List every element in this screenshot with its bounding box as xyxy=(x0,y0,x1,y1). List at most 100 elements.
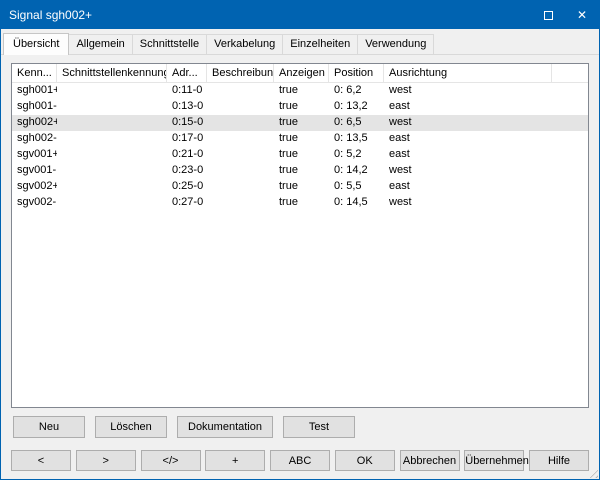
cell-anzeigen: true xyxy=(274,83,329,99)
uebernehmen-button[interactable]: Übernehmen xyxy=(464,450,524,471)
cell-schnittstellenkennung xyxy=(57,163,167,179)
cell-kennung: sgh002+ xyxy=(12,115,57,131)
tab-label: Übersicht xyxy=(13,38,59,50)
table-row[interactable]: sgh002-0:17-0true0: 13,5east xyxy=(12,131,588,147)
abc-button[interactable]: ABC xyxy=(270,450,330,471)
close-button[interactable]: ✕ xyxy=(565,1,599,29)
cell-pad xyxy=(552,147,588,163)
cell-beschreibung xyxy=(207,179,274,195)
cell-adr: 0:27-0 xyxy=(167,195,207,211)
cell-ausrichtung: west xyxy=(384,115,552,131)
table-body: sgh001+0:11-0true0: 6,2westsgh001-0:13-0… xyxy=(12,83,588,211)
col-header-adresse[interactable]: Adr... xyxy=(167,64,207,82)
plus-button[interactable]: + xyxy=(205,450,265,471)
table-row[interactable]: sgv001- 0:23-0 true0: 14,2west xyxy=(12,163,588,179)
col-header-kennung[interactable]: Kenn... xyxy=(12,64,57,82)
col-header-anzeigen[interactable]: Anzeigen xyxy=(274,64,329,82)
table-row[interactable]: sgv002-0:27-0true0: 14,5west xyxy=(12,195,588,211)
tab-verwendung[interactable]: Verwendung xyxy=(357,34,434,54)
col-header-ausrichtung[interactable]: Ausrichtung xyxy=(384,64,552,82)
col-header-beschreibung[interactable]: Beschreibung xyxy=(207,64,274,82)
cell-anzeigen: true xyxy=(274,147,329,163)
dialog-window: Signal sgh002+ ✕ Übersicht Allgemein Sch… xyxy=(0,0,600,480)
neu-button[interactable]: Neu xyxy=(13,416,85,438)
cell-kennung: sgv001- xyxy=(12,163,57,179)
tab-einzelheiten[interactable]: Einzelheiten xyxy=(282,34,358,54)
cell-pad xyxy=(552,195,588,211)
cell-pad xyxy=(552,83,588,99)
cell-anzeigen: true xyxy=(274,115,329,131)
test-button[interactable]: Test xyxy=(283,416,355,438)
maximize-button[interactable] xyxy=(531,1,565,29)
cell-beschreibung xyxy=(207,83,274,99)
cell-adr: 0:15-0 xyxy=(167,115,207,131)
window-title: Signal sgh002+ xyxy=(1,8,531,22)
cell-ausrichtung: east xyxy=(384,179,552,195)
action-button-row: Neu Löschen Dokumentation Test xyxy=(1,414,599,446)
cell-position: 0: 14,2 xyxy=(329,163,384,179)
table-row[interactable]: sgh001-0:13-0true0: 13,2east xyxy=(12,99,588,115)
dokumentation-button[interactable]: Dokumentation xyxy=(177,416,273,438)
cell-adr: 0:23-0 xyxy=(167,163,207,179)
cell-position: 0: 6,5 xyxy=(329,115,384,131)
cell-kennung: sgh001- xyxy=(12,99,57,115)
col-header-schnittstellenkennung[interactable]: Schnittstellenkennung xyxy=(57,64,167,82)
cell-adr: 0:17-0 xyxy=(167,131,207,147)
tab-schnittstelle[interactable]: Schnittstelle xyxy=(132,34,207,54)
tab-strip: Übersicht Allgemein Schnittstelle Verkab… xyxy=(1,29,599,55)
code-view-button[interactable]: </> xyxy=(141,450,201,471)
col-header-pad xyxy=(552,64,588,82)
prev-button[interactable]: < xyxy=(11,450,71,471)
cell-position: 0: 5,2 xyxy=(329,147,384,163)
cell-schnittstellenkennung xyxy=(57,99,167,115)
cell-position: 0: 6,2 xyxy=(329,83,384,99)
cell-ausrichtung: east xyxy=(384,99,552,115)
tab-label: Schnittstelle xyxy=(140,38,199,50)
cell-schnittstellenkennung xyxy=(57,179,167,195)
tab-label: Verwendung xyxy=(365,38,426,50)
cell-pad xyxy=(552,115,588,131)
cell-ausrichtung: west xyxy=(384,83,552,99)
col-header-position[interactable]: Position xyxy=(329,64,384,82)
loeschen-button[interactable]: Löschen xyxy=(95,416,167,438)
cell-beschreibung xyxy=(207,163,274,179)
table-row[interactable]: sgh001+ 0:11-0 true0: 6,2west xyxy=(12,83,588,99)
cell-kennung: sgv002- xyxy=(12,195,57,211)
cell-anzeigen: true xyxy=(274,99,329,115)
cell-ausrichtung: west xyxy=(384,195,552,211)
tab-uebersicht[interactable]: Übersicht xyxy=(3,33,69,55)
ok-button[interactable]: OK xyxy=(335,450,395,471)
close-icon: ✕ xyxy=(577,8,587,22)
table-row[interactable]: sgh002+ 0:15-0 true0: 6,5west xyxy=(12,115,588,131)
abbrechen-button[interactable]: Abbrechen xyxy=(400,450,460,471)
cell-pad xyxy=(552,163,588,179)
bottom-button-row: < > </> + ABC OK Abbrechen Übernehmen Hi… xyxy=(1,446,599,479)
cell-kennung: sgh001+ xyxy=(12,83,57,99)
cell-beschreibung xyxy=(207,131,274,147)
table-row[interactable]: sgv002+0:25-0true0: 5,5east xyxy=(12,179,588,195)
cell-kennung: sgh002- xyxy=(12,131,57,147)
cell-kennung: sgv001+ xyxy=(12,147,57,163)
tab-verkabelung[interactable]: Verkabelung xyxy=(206,34,283,54)
tab-allgemein[interactable]: Allgemein xyxy=(68,34,132,54)
cell-anzeigen: true xyxy=(274,163,329,179)
tab-label: Verkabelung xyxy=(214,38,275,50)
cell-pad xyxy=(552,179,588,195)
next-button[interactable]: > xyxy=(76,450,136,471)
cell-position: 0: 13,5 xyxy=(329,131,384,147)
title-bar[interactable]: Signal sgh002+ ✕ xyxy=(1,1,599,29)
cell-beschreibung xyxy=(207,99,274,115)
cell-kennung: sgv002+ xyxy=(12,179,57,195)
cell-beschreibung xyxy=(207,115,274,131)
cell-ausrichtung: west xyxy=(384,163,552,179)
cell-beschreibung xyxy=(207,147,274,163)
cell-adr: 0:11-0 xyxy=(167,83,207,99)
hilfe-button[interactable]: Hilfe xyxy=(529,450,589,471)
cell-position: 0: 13,2 xyxy=(329,99,384,115)
maximize-icon xyxy=(544,11,553,20)
table-row[interactable]: sgv001+0:21-0true0: 5,2east xyxy=(12,147,588,163)
cell-schnittstellenkennung xyxy=(57,147,167,163)
tab-label: Allgemein xyxy=(76,38,124,50)
cell-adr: 0:21-0 xyxy=(167,147,207,163)
cell-beschreibung xyxy=(207,195,274,211)
